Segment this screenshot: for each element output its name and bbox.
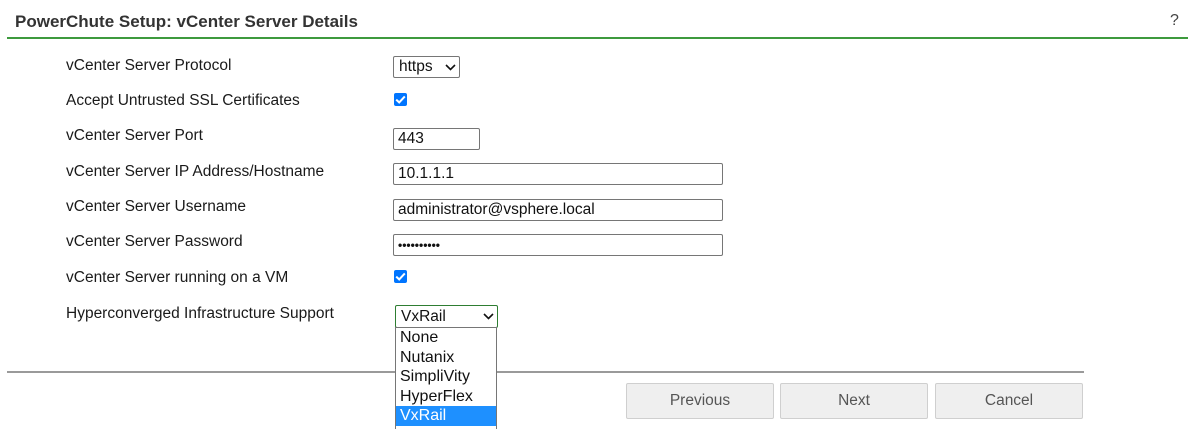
chevron-down-icon <box>441 60 459 74</box>
hci-label: Hyperconverged Infrastructure Support <box>66 305 334 322</box>
hci-option-nutanix[interactable]: Nutanix <box>396 348 496 368</box>
checkmark-icon <box>395 95 406 104</box>
hci-option-hyperflex[interactable]: HyperFlex <box>396 387 496 407</box>
checkmark-icon <box>395 272 406 281</box>
running-on-vm-checkbox[interactable] <box>394 270 407 283</box>
running-on-vm-label: vCenter Server running on a VM <box>66 269 289 286</box>
protocol-label: vCenter Server Protocol <box>66 57 232 74</box>
port-label: vCenter Server Port <box>66 127 203 144</box>
footer-divider <box>7 371 1084 373</box>
hci-select[interactable]: VxRail <box>395 305 498 328</box>
hci-select-value: VxRail <box>401 307 446 325</box>
cancel-button[interactable]: Cancel <box>935 383 1083 419</box>
help-icon[interactable]: ? <box>1170 12 1179 30</box>
username-label: vCenter Server Username <box>66 198 247 215</box>
next-button[interactable]: Next <box>780 383 928 419</box>
hci-option-vxrail[interactable]: VxRail <box>396 406 496 426</box>
accept-untrusted-label: Accept Untrusted SSL Certificates <box>66 92 300 109</box>
protocol-select[interactable]: https <box>393 56 460 78</box>
password-input[interactable]: •••••••••• <box>393 234 723 256</box>
page-title: PowerChute Setup: vCenter Server Details <box>15 12 358 31</box>
port-input[interactable]: 443 <box>393 128 480 150</box>
hci-dropdown-list: None Nutanix SimpliVity HyperFlex VxRail <box>395 327 497 429</box>
host-input[interactable]: 10.1.1.1 <box>393 163 723 185</box>
hci-option-none[interactable]: None <box>396 328 496 348</box>
username-input[interactable]: administrator@vsphere.local <box>393 199 723 221</box>
host-label: vCenter Server IP Address/Hostname <box>66 163 325 180</box>
chevron-down-icon <box>479 310 497 324</box>
powerchute-setup-page: PowerChute Setup: vCenter Server Details… <box>0 0 1188 429</box>
accept-untrusted-checkbox[interactable] <box>394 93 407 106</box>
title-divider <box>7 37 1188 39</box>
hci-option-simplivity[interactable]: SimpliVity <box>396 367 496 387</box>
previous-button[interactable]: Previous <box>626 383 774 419</box>
password-label: vCenter Server Password <box>66 233 243 250</box>
protocol-select-value: https <box>399 58 433 75</box>
